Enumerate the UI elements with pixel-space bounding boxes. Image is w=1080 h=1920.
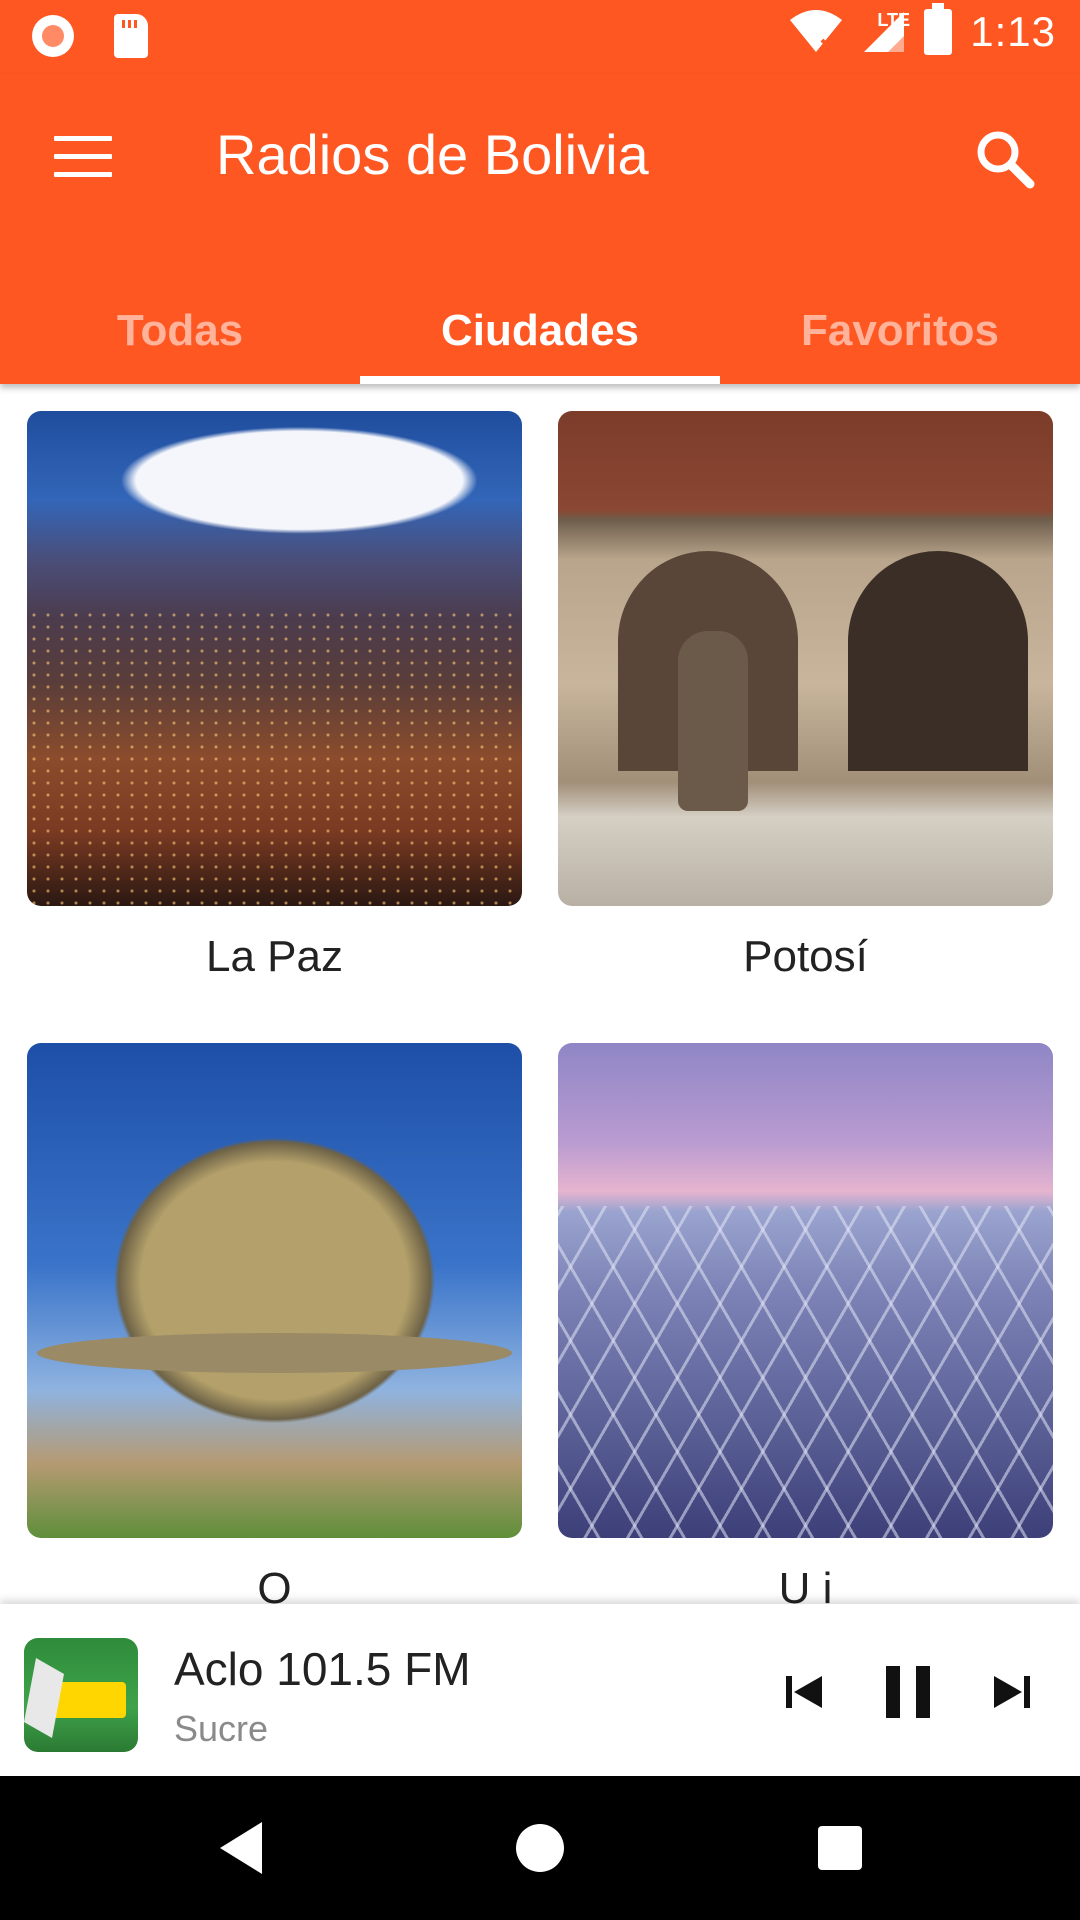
tab-todas[interactable]: Todas (0, 284, 360, 384)
tab-indicator (360, 376, 720, 384)
home-icon[interactable] (510, 1818, 570, 1878)
station-logo (24, 1638, 138, 1752)
wifi-icon (790, 10, 843, 52)
city-card-la-paz[interactable]: La Paz (27, 411, 522, 982)
skip-next-icon[interactable] (980, 1660, 1044, 1724)
skip-previous-icon[interactable] (772, 1660, 836, 1724)
back-icon[interactable] (212, 1818, 272, 1878)
city-label: O (257, 1564, 292, 1604)
tab-bar: Todas Ciudades Favoritos (0, 284, 1080, 384)
tab-favoritos[interactable]: Favoritos (720, 284, 1080, 384)
app-bar: Radios de Bolivia Todas Ciudades Favorit… (0, 74, 1080, 384)
city-image (558, 1043, 1053, 1538)
cell-signal-icon (864, 12, 905, 52)
city-label: La Paz (206, 932, 343, 981)
system-nav-bar (0, 1776, 1080, 1920)
city-card-potosi[interactable]: Potosí (558, 411, 1053, 982)
search-icon[interactable] (970, 124, 1040, 194)
station-city: Sucre (174, 1708, 269, 1749)
city-grid: La Paz Potosí O U i (0, 384, 1080, 1604)
tab-ciudades[interactable]: Ciudades (360, 284, 720, 384)
screen: LTE 1:13 Radios de Bolivia Todas Ciudade… (0, 0, 1080, 1920)
city-card-uyuni[interactable]: U i (558, 1043, 1053, 1604)
city-label: Potosí (743, 932, 868, 981)
city-image (27, 1043, 522, 1538)
city-card-oruro[interactable]: O (27, 1043, 522, 1604)
hamburger-menu-icon[interactable] (54, 136, 112, 178)
player-controls (772, 1660, 1044, 1724)
clock: 1:13 (970, 8, 1056, 55)
status-bar: LTE 1:13 (0, 0, 1080, 74)
pause-icon[interactable] (876, 1660, 940, 1724)
record-notification-icon (32, 15, 74, 57)
station-name: Aclo 101.5 FM (174, 1643, 471, 1695)
recents-icon[interactable] (810, 1818, 870, 1878)
status-notifications (32, 14, 148, 58)
city-image (27, 411, 522, 906)
city-label: U i (778, 1564, 833, 1604)
city-image (558, 411, 1053, 906)
sd-card-icon (114, 14, 148, 58)
battery-icon (924, 3, 953, 55)
mini-player[interactable]: Aclo 101.5 FM Sucre (0, 1604, 1080, 1776)
status-system: 1:13 (788, 3, 1056, 56)
app-title: Radios de Bolivia (216, 123, 649, 186)
